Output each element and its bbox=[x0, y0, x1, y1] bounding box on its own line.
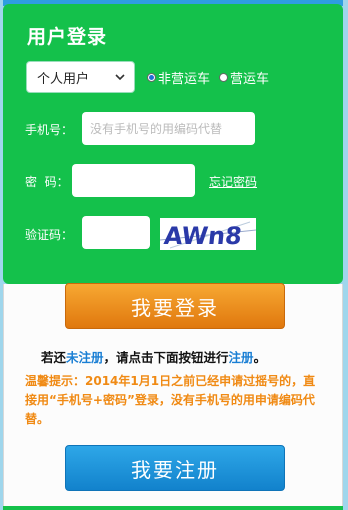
radio-commercial[interactable]: 营运车 bbox=[219, 68, 269, 87]
unregistered-link[interactable]: 未注册 bbox=[66, 350, 104, 365]
page-title: 用户登录 bbox=[27, 26, 108, 48]
radio-label: 非营运车 bbox=[158, 72, 211, 87]
captcha-input[interactable] bbox=[82, 216, 150, 249]
notice-text: ，请点击下面按钮进行 bbox=[103, 350, 229, 365]
chevron-down-icon bbox=[115, 74, 125, 81]
password-label: 密 码： bbox=[25, 175, 69, 189]
register-link[interactable]: 注册 bbox=[229, 350, 254, 365]
captcha-text: AWn8 bbox=[163, 222, 244, 250]
captcha-label: 验证码： bbox=[25, 228, 74, 242]
radio-non-commercial[interactable]: 非营运车 bbox=[147, 68, 210, 87]
captcha-image[interactable]: AWn8 bbox=[160, 218, 256, 250]
warm-tip: 温馨提示：2014年1月1日之前已经申请过摇号的，直接用“手机号+密码”登录，没… bbox=[25, 374, 316, 426]
bottom-border bbox=[3, 506, 343, 510]
radio-label: 营运车 bbox=[230, 72, 270, 87]
phone-input[interactable] bbox=[82, 112, 255, 145]
radio-unchecked-icon bbox=[219, 73, 228, 82]
user-type-value: 个人用户 bbox=[37, 71, 90, 87]
password-input[interactable] bbox=[72, 164, 195, 197]
register-button[interactable]: 我要注册 bbox=[65, 445, 285, 491]
forgot-password-link[interactable]: 忘记密码 bbox=[209, 173, 257, 190]
notice-text: 。 bbox=[253, 350, 267, 365]
phone-label: 手机号： bbox=[25, 123, 74, 137]
login-page: 用户登录 个人用户 非营运车 营运车 手机号： 密 码： 忘记密码 验证码： A… bbox=[3, 0, 343, 510]
notice-text: 若还 bbox=[41, 350, 67, 365]
user-type-select[interactable]: 个人用户 bbox=[26, 61, 135, 93]
login-button[interactable]: 我要登录 bbox=[65, 283, 285, 329]
captcha-graphic: AWn8 bbox=[160, 218, 256, 250]
register-notice: 若还未注册，请点击下面按钮进行注册。 bbox=[41, 347, 266, 366]
radio-checked-icon bbox=[147, 73, 156, 82]
